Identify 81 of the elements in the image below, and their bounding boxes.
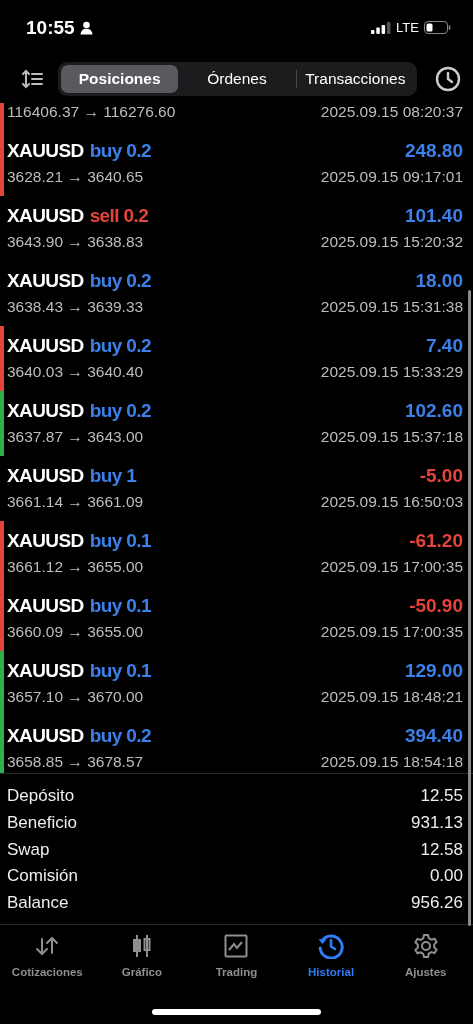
price-range: 116406.37 → 116276.60 (7, 102, 176, 121)
deal-volume: buy 0.2 (89, 400, 151, 423)
profit-value: 101.40 (404, 205, 463, 228)
symbol-label: XAUUSD (7, 270, 84, 293)
history-icon (318, 933, 345, 960)
symbol-label: XAUUSD (7, 660, 84, 683)
price-range: 3658.85 → 3678.57 (7, 753, 144, 772)
network-label: LTE (396, 20, 419, 36)
profit-value: -61.20 (409, 530, 463, 553)
symbol-label: XAUUSD (7, 465, 84, 488)
nav-tab[interactable]: Trading (189, 933, 284, 996)
deal-time: 2025.09.15 18:54:18 (320, 753, 463, 772)
profit-value: 102.60 (404, 400, 463, 423)
nav-tab[interactable]: Historial (283, 933, 379, 996)
summary-value: 931.13 (411, 811, 463, 834)
price-range: 3638.43 → 3639.33 (7, 298, 144, 317)
summary-value: 0.00 (429, 865, 463, 888)
price-range: 3640.03 → 3640.40 (7, 363, 144, 382)
profit-value: 248.80 (404, 140, 463, 163)
price-range: 3661.14 → 3661.09 (7, 493, 144, 512)
deal-time: 2025.09.15 18:48:21 (320, 688, 463, 707)
symbol-label: XAUUSD (7, 140, 84, 163)
price-range: 3661.12 → 3655.00 (7, 558, 144, 577)
symbol-label: XAUUSD (7, 725, 84, 748)
symbol-label: XAUUSD (7, 530, 84, 553)
person-icon (79, 20, 93, 35)
deal-volume: buy 0.2 (89, 335, 151, 358)
deal-volume: sell 0.2 (89, 205, 149, 228)
symbol-label: XAUUSD (7, 335, 84, 358)
price-range: 3657.10 → 3670.00 (7, 688, 144, 707)
deal-volume: buy 0.2 (89, 270, 151, 293)
segment-tab[interactable]: Posiciones (61, 64, 179, 93)
profit-value: 129.00 (404, 660, 463, 683)
profit-value: -50.90 (409, 595, 463, 618)
deal-time: 2025.09.15 15:31:38 (320, 298, 463, 317)
deal-volume: buy 0.2 (89, 725, 151, 748)
sort-icon[interactable] (22, 68, 44, 89)
nav-tab[interactable]: Gráfico (94, 933, 190, 996)
profit-value: 18.00 (415, 270, 463, 293)
profit-value: 394.40 (404, 725, 463, 748)
clock-time: 10:55 (26, 16, 75, 39)
summary-value: 12.55 (420, 785, 463, 808)
deal-volume: buy 0.1 (89, 530, 151, 553)
summary-label: Beneficio (7, 811, 77, 834)
deal-volume: buy 0.2 (89, 140, 151, 163)
arrows-icon (34, 935, 61, 958)
line-chart-icon (224, 934, 249, 959)
deal-time: 2025.09.15 09:17:01 (320, 168, 463, 187)
profit-value: -5.00 (419, 465, 463, 488)
deal-time: 2025.09.15 15:33:29 (320, 363, 463, 382)
summary-label: Comisión (7, 865, 78, 888)
battery-icon (424, 21, 451, 35)
summary-label: Depósito (7, 785, 75, 808)
summary-value: 12.58 (420, 838, 463, 861)
deal-time: 2025.09.15 15:20:32 (320, 233, 463, 252)
symbol-label: XAUUSD (7, 595, 84, 618)
deal-volume: buy 0.1 (89, 595, 151, 618)
nav-tab[interactable]: Cotizaciones (0, 933, 95, 996)
settings-icon (412, 933, 439, 960)
segment-tab[interactable]: Órdenes (178, 64, 296, 93)
deal-volume: buy 0.1 (89, 660, 151, 683)
deal-time: 2025.09.15 15:37:18 (320, 428, 463, 447)
price-range: 3643.90 → 3638.83 (7, 233, 144, 252)
signal-icon (371, 21, 392, 34)
deal-time: 2025.09.15 17:00:35 (320, 558, 463, 577)
profit-value: 7.40 (426, 335, 463, 358)
summary-label: Balance (7, 891, 69, 914)
segment-tab[interactable]: Transacciones (296, 64, 414, 93)
summary-label: Swap (7, 838, 50, 861)
clock-icon[interactable] (435, 65, 461, 92)
price-range: 3628.21 → 3640.65 (7, 168, 144, 187)
price-range: 3637.87 → 3643.00 (7, 428, 144, 447)
summary-value: 956.26 (411, 891, 463, 914)
price-range: 3660.09 → 3655.00 (7, 623, 144, 642)
deal-volume: buy 1 (89, 465, 137, 488)
nav-tab[interactable]: Ajustes (378, 933, 473, 996)
deal-time: 2025.09.15 16:50:03 (320, 493, 463, 512)
symbol-label: XAUUSD (7, 205, 84, 228)
deal-time: 2025.09.15 17:00:35 (320, 623, 463, 642)
symbol-label: XAUUSD (7, 400, 84, 423)
deal-time: 2025.09.15 08:20:37 (320, 102, 463, 121)
